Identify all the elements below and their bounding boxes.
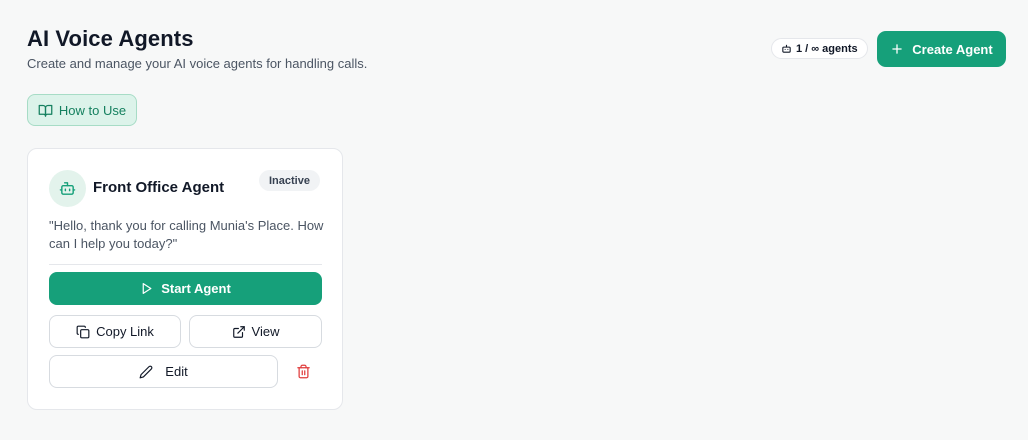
agent-card: Front Office Agent Inactive "Hello, than… — [27, 148, 343, 410]
plus-icon — [890, 42, 904, 56]
page-title: AI Voice Agents — [27, 26, 194, 51]
external-link-icon — [232, 325, 246, 339]
agent-count-badge: 1 / ∞ agents — [771, 38, 868, 59]
book-open-icon — [38, 103, 53, 118]
trash-icon — [296, 364, 311, 379]
view-label: View — [251, 324, 280, 339]
card-divider — [49, 264, 322, 265]
page-subtitle: Create and manage your AI voice agents f… — [27, 56, 368, 71]
delete-button[interactable] — [292, 360, 314, 382]
copy-link-button[interactable]: Copy Link — [49, 315, 181, 348]
robot-icon — [781, 43, 792, 54]
copy-link-label: Copy Link — [96, 324, 154, 339]
play-icon — [140, 282, 153, 295]
copy-icon — [76, 325, 90, 339]
agent-name: Front Office Agent — [93, 179, 225, 196]
status-badge: Inactive — [259, 170, 320, 191]
agent-greeting: "Hello, thank you for calling Munia's Pl… — [49, 218, 324, 251]
agent-count-label: 1 / ∞ agents — [796, 42, 858, 55]
agent-avatar — [49, 170, 86, 207]
how-to-use-label: How to Use — [58, 102, 127, 118]
edit-label: Edit — [165, 364, 188, 379]
start-agent-label: Start Agent — [161, 281, 231, 296]
start-agent-button[interactable]: Start Agent — [49, 272, 322, 305]
pencil-icon — [139, 365, 153, 379]
bot-icon — [59, 180, 76, 197]
view-button[interactable]: View — [189, 315, 322, 348]
edit-button[interactable]: Edit — [49, 355, 278, 388]
how-to-use-button[interactable]: How to Use — [27, 94, 137, 126]
create-agent-label: Create Agent — [912, 41, 993, 57]
create-agent-button[interactable]: Create Agent — [877, 31, 1006, 67]
